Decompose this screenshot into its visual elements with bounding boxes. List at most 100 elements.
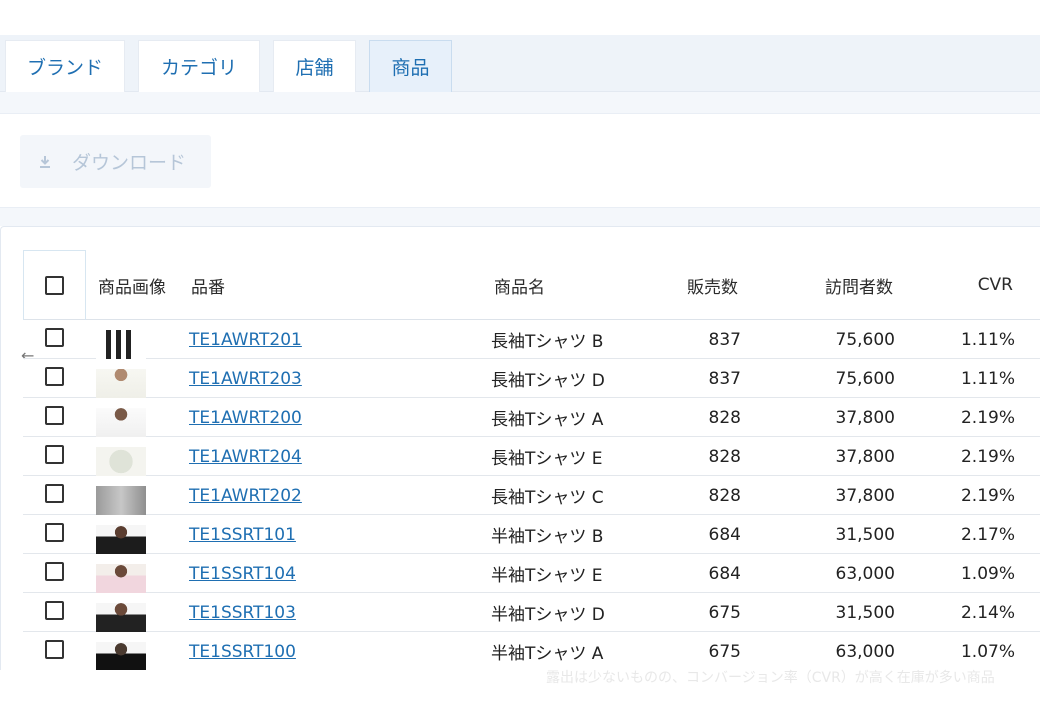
row-checkbox[interactable]	[45, 445, 64, 464]
visitors-cell: 37,800	[835, 485, 895, 506]
tab-store[interactable]: 店舗	[273, 40, 356, 92]
row-select-cell	[23, 591, 86, 630]
download-button-label: ダウンロード	[72, 152, 187, 174]
product-thumbnail	[96, 447, 146, 476]
tab-store-label: 店舗	[295, 57, 334, 79]
row-select-cell	[23, 513, 86, 552]
tab-category[interactable]: カテゴリ	[138, 40, 260, 92]
product-code-link[interactable]: TE1AWRT203	[189, 369, 302, 389]
product-code-cell: TE1AWRT200	[189, 398, 302, 437]
row-select-cell	[23, 435, 86, 474]
row-checkbox[interactable]	[45, 367, 64, 386]
product-name-cell: 長袖Tシャツ D	[491, 371, 605, 391]
product-thumbnail	[96, 486, 146, 515]
category-tab-bar: ブランド カテゴリ 店舗 商品	[0, 35, 1040, 92]
product-name-cell: 半袖Tシャツ A	[491, 644, 604, 664]
row-checkbox[interactable]	[45, 562, 64, 581]
product-code-link[interactable]: TE1SSRT100	[189, 642, 296, 662]
visitors-cell: 63,000	[835, 641, 895, 662]
sales-cell: 684	[708, 563, 741, 584]
product-ranking-page: ブランド カテゴリ 店舗 商品 ダウンロード 商品画像 品番 商品名 販売数 訪…	[0, 0, 1040, 720]
sales-cell: 828	[708, 485, 741, 506]
product-code-cell: TE1AWRT203	[189, 359, 302, 398]
product-code-link[interactable]: TE1AWRT200	[189, 408, 302, 428]
sales-cell: 684	[708, 524, 741, 545]
product-table-panel: 商品画像 品番 商品名 販売数 訪問者数 CVR ← TE1AWRT201 長袖T…	[0, 226, 1040, 670]
tab-brand-label: ブランド	[26, 57, 103, 79]
row-select-cell	[23, 474, 86, 513]
sales-cell: 675	[708, 641, 741, 662]
product-code-link[interactable]: TE1SSRT101	[189, 525, 296, 545]
tab-brand[interactable]: ブランド	[5, 40, 125, 92]
visitors-cell: 75,600	[835, 329, 895, 350]
product-name-cell: 長袖Tシャツ B	[491, 332, 604, 352]
row-select-cell	[23, 552, 86, 591]
visitors-cell: 75,600	[835, 368, 895, 389]
header-image: 商品画像	[98, 277, 166, 298]
row-select-cell	[23, 318, 86, 357]
table-row[interactable]: TE1AWRT203 長袖Tシャツ D 837 75,600 1.11%	[23, 359, 1040, 398]
product-thumbnail	[96, 603, 146, 632]
product-thumbnail	[96, 642, 146, 670]
product-code-link[interactable]: TE1AWRT201	[189, 330, 302, 350]
product-code-link[interactable]: TE1SSRT103	[189, 603, 296, 623]
product-code-link[interactable]: TE1AWRT204	[189, 447, 302, 467]
product-thumbnail	[96, 564, 146, 593]
cvr-cell: 2.19%	[960, 446, 1015, 467]
product-code-cell: TE1SSRT100	[189, 632, 296, 670]
row-select-cell	[23, 630, 86, 669]
download-button[interactable]: ダウンロード	[20, 135, 211, 188]
cvr-cell: 2.19%	[960, 407, 1015, 428]
product-code-cell: TE1SSRT103	[189, 593, 296, 632]
footer-note: 露出は少ないものの、コンバージョン率（CVR）が高く在庫が多い商品	[546, 670, 995, 686]
product-code-link[interactable]: TE1AWRT202	[189, 486, 302, 506]
row-checkbox[interactable]	[45, 601, 64, 620]
product-thumbnail	[96, 525, 146, 554]
product-code-cell: TE1AWRT204	[189, 437, 302, 476]
table-row[interactable]: TE1SSRT101 半袖Tシャツ B 684 31,500 2.17%	[23, 515, 1040, 554]
row-checkbox[interactable]	[45, 328, 64, 347]
table-header: 商品画像 品番 商品名 販売数 訪問者数 CVR	[23, 250, 1040, 320]
cvr-cell: 1.11%	[960, 329, 1015, 350]
row-select-cell	[23, 396, 86, 435]
cvr-cell: 2.14%	[960, 602, 1015, 623]
tab-product[interactable]: 商品	[369, 40, 452, 92]
cvr-cell: 1.07%	[960, 641, 1015, 662]
table-row[interactable]: TE1AWRT201 長袖Tシャツ B 837 75,600 1.11%	[23, 320, 1040, 359]
visitors-cell: 31,500	[835, 602, 895, 623]
tab-product-label: 商品	[391, 57, 430, 79]
tab-category-label: カテゴリ	[160, 57, 237, 79]
cvr-cell: 1.09%	[960, 563, 1015, 584]
table-row[interactable]: TE1SSRT104 半袖Tシャツ E 684 63,000 1.09%	[23, 554, 1040, 593]
download-icon	[38, 155, 52, 169]
product-name-cell: 長袖Tシャツ C	[491, 488, 604, 508]
table-row[interactable]: TE1AWRT204 長袖Tシャツ E 828 37,800 2.19%	[23, 437, 1040, 476]
product-name-cell: 半袖Tシャツ D	[491, 605, 605, 625]
cvr-cell: 2.17%	[960, 524, 1015, 545]
product-thumbnail	[96, 330, 146, 359]
header-name[interactable]: 商品名	[494, 250, 545, 320]
sales-cell: 837	[708, 329, 741, 350]
row-checkbox[interactable]	[45, 484, 64, 503]
header-visitors[interactable]: 訪問者数	[783, 250, 893, 320]
header-sales[interactable]: 販売数	[643, 250, 738, 320]
visitors-cell: 37,800	[835, 407, 895, 428]
product-code-link[interactable]: TE1SSRT104	[189, 564, 296, 584]
row-checkbox[interactable]	[45, 406, 64, 425]
row-checkbox[interactable]	[45, 523, 64, 542]
row-checkbox[interactable]	[45, 640, 64, 659]
product-name-cell: 半袖Tシャツ B	[491, 527, 604, 547]
sales-cell: 837	[708, 368, 741, 389]
header-code[interactable]: 品番	[191, 250, 225, 320]
table-row[interactable]: TE1SSRT103 半袖Tシャツ D 675 31,500 2.14%	[23, 593, 1040, 632]
header-cvr[interactable]: CVR	[923, 250, 1013, 320]
table-row[interactable]: TE1AWRT200 長袖Tシャツ A 828 37,800 2.19%	[23, 398, 1040, 437]
visitors-cell: 63,000	[835, 563, 895, 584]
visitors-cell: 37,800	[835, 446, 895, 467]
table-row[interactable]: TE1AWRT202 長袖Tシャツ C 828 37,800 2.19%	[23, 476, 1040, 515]
select-all-checkbox[interactable]	[45, 276, 64, 295]
product-code-cell: TE1SSRT101	[189, 515, 296, 554]
sales-cell: 675	[708, 602, 741, 623]
table-row[interactable]: TE1SSRT100 半袖Tシャツ A 675 63,000 1.07%	[23, 632, 1040, 670]
product-code-cell: TE1AWRT201	[189, 320, 302, 359]
